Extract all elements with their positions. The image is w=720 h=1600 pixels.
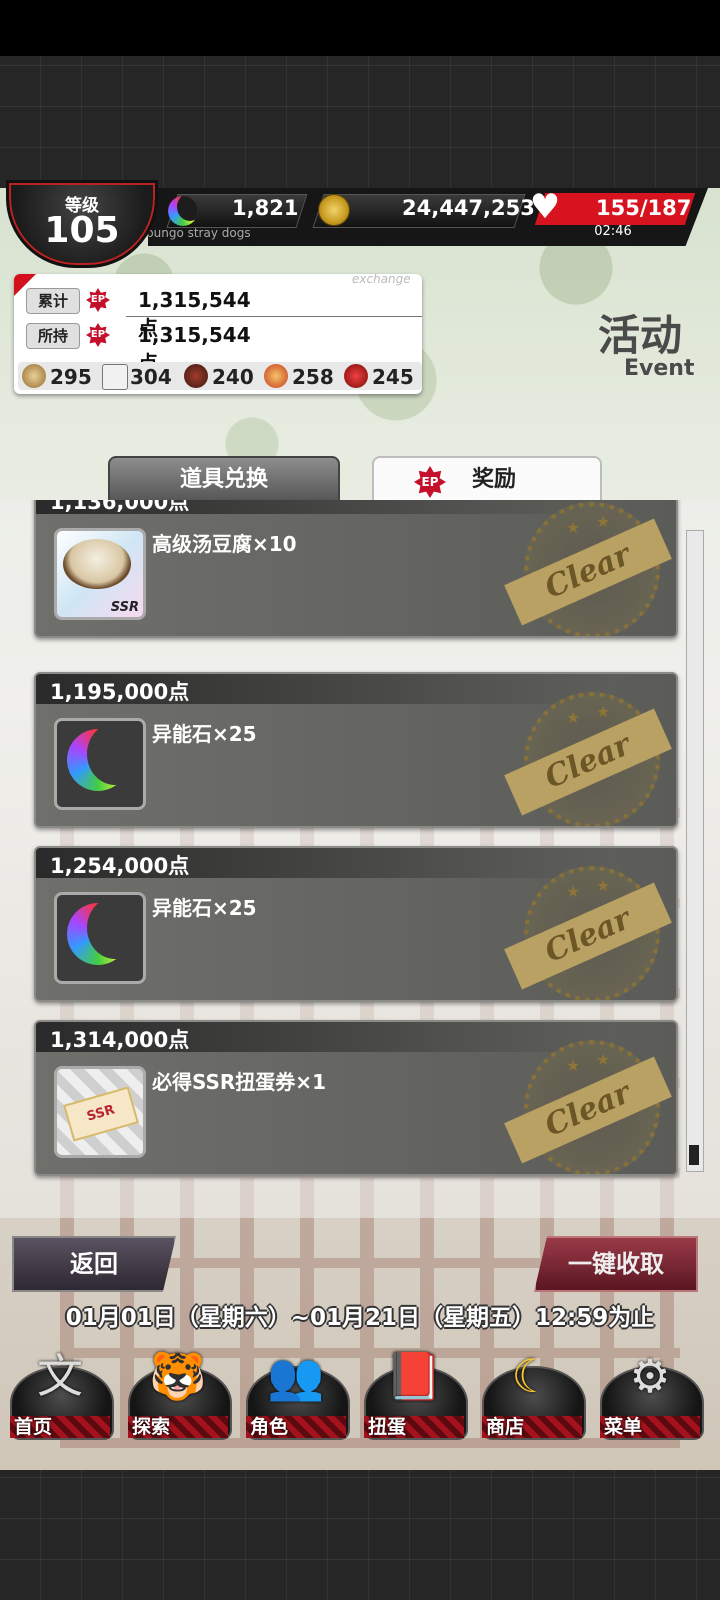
nav-label: 角色 bbox=[250, 1416, 289, 1438]
clear-stamp: ★ ★ Clear bbox=[504, 1030, 672, 1174]
reward-item-name: 高级汤豆腐×10 bbox=[152, 532, 297, 556]
reward-item-frame[interactable]: SSR bbox=[54, 1066, 146, 1158]
event-period: 01月01日（星期六）~01月21日（星期五）12:59为止 bbox=[65, 1305, 655, 1331]
reward-threshold: 1,195,000点 bbox=[50, 680, 190, 704]
gacha-icon: 📕 bbox=[385, 1349, 443, 1403]
tab-item-exchange[interactable]: 道具兑换 bbox=[108, 456, 340, 502]
tofu-icon bbox=[63, 539, 131, 589]
star-icon: ★ bbox=[566, 1056, 581, 1075]
nav-characters[interactable]: 👥 角色 bbox=[244, 1346, 350, 1440]
ability-stone-icon bbox=[168, 196, 198, 226]
clear-stamp: ★ ★ Clear bbox=[504, 500, 672, 636]
reward-item-frame[interactable] bbox=[54, 892, 146, 984]
star-icon: ★ bbox=[596, 1050, 611, 1069]
reward-item-name: 异能石×25 bbox=[152, 896, 257, 920]
game-subtitle: bungo stray dogs bbox=[146, 226, 251, 240]
reward-list[interactable]: 1,136,000点 SSR 高级汤豆腐×10 ★ ★ Clear 1,195,… bbox=[0, 500, 720, 1218]
points-panel: 累计 EP 1,315,544点 所持 EP 1,315,544点 295 30… bbox=[14, 274, 422, 394]
event-subtitle: Event bbox=[624, 356, 695, 381]
stamina-count: 155/187 bbox=[596, 196, 692, 220]
stamina-timer: 02:46 bbox=[594, 224, 632, 239]
home-icon: 文 bbox=[37, 1349, 83, 1403]
claim-all-button[interactable]: 一键收取 bbox=[534, 1236, 698, 1292]
nav-label: 首页 bbox=[14, 1416, 53, 1438]
star-icon: ★ bbox=[596, 876, 611, 895]
event-title: 活动 bbox=[598, 311, 683, 360]
tab-rewards-label: 奖励 bbox=[472, 467, 517, 492]
nav-home[interactable]: 文 首页 bbox=[8, 1346, 114, 1440]
owned-label: 所持 bbox=[26, 323, 80, 349]
scrollbar[interactable] bbox=[686, 530, 704, 1172]
level-value: 105 bbox=[44, 210, 120, 251]
bottom-nav: 文 首页 🐯 探索 👥 角色 📕 扭蛋 ☾ 商店 ⚙ 菜单 bbox=[0, 1338, 720, 1440]
explore-icon: 🐯 bbox=[149, 1349, 207, 1403]
gems-count: 1,821 bbox=[232, 196, 299, 220]
bowl-icon bbox=[184, 364, 208, 388]
reward-card: 1,136,000点 SSR 高级汤豆腐×10 ★ ★ Clear bbox=[34, 500, 678, 638]
star-icon: ★ bbox=[596, 702, 611, 721]
ep-badge-icon: EP bbox=[86, 323, 110, 347]
rarity-badge: SSR bbox=[110, 600, 139, 615]
star-icon: ★ bbox=[566, 882, 581, 901]
reward-card: 1,314,000点 SSR 必得SSR扭蛋券×1 ★ ★ Clear bbox=[34, 1020, 678, 1176]
nav-explore[interactable]: 🐯 探索 bbox=[126, 1346, 232, 1440]
bottom-frame bbox=[0, 1470, 720, 1600]
coins-count: 24,447,253 bbox=[402, 196, 535, 220]
reward-item-name: 必得SSR扭蛋券×1 bbox=[152, 1070, 326, 1094]
reward-item-frame[interactable] bbox=[54, 718, 146, 810]
dish-icon bbox=[22, 364, 46, 388]
nav-shop[interactable]: ☾ 商店 bbox=[480, 1346, 586, 1440]
star-icon: ★ bbox=[566, 708, 581, 727]
ep-badge-icon: EP bbox=[86, 288, 110, 312]
total-label: 累计 bbox=[26, 288, 80, 314]
ability-stone-icon bbox=[67, 897, 143, 965]
status-bar bbox=[0, 0, 720, 56]
reward-item-frame[interactable]: SSR bbox=[54, 528, 146, 620]
reward-item-name: 异能石×25 bbox=[152, 722, 257, 746]
star-icon: ★ bbox=[566, 518, 581, 537]
menu-icon: ⚙ bbox=[629, 1349, 671, 1403]
panel-watermark: exchange bbox=[352, 272, 411, 286]
nav-label: 探索 bbox=[132, 1416, 171, 1438]
heart-icon: ♥ bbox=[529, 187, 561, 227]
characters-icon: 👥 bbox=[267, 1349, 325, 1403]
coin-icon bbox=[318, 194, 350, 226]
reward-threshold: 1,314,000点 bbox=[50, 1028, 190, 1052]
scroll-icon bbox=[102, 364, 128, 390]
rose-icon bbox=[344, 364, 368, 388]
tab-rewards[interactable]: 奖励 bbox=[372, 456, 602, 502]
reward-threshold: 1,254,000点 bbox=[50, 854, 190, 878]
back-button[interactable]: 返回 bbox=[12, 1236, 176, 1292]
ability-stone-icon bbox=[67, 723, 143, 791]
ssr-ticket-icon: SSR bbox=[63, 1086, 139, 1142]
reward-card: 1,195,000点 异能石×25 ★ ★ Clear bbox=[34, 672, 678, 828]
clear-stamp: ★ ★ Clear bbox=[504, 682, 672, 826]
reward-threshold: 1,136,000点 bbox=[50, 500, 190, 514]
nav-menu[interactable]: ⚙ 菜单 bbox=[598, 1346, 704, 1440]
divider bbox=[126, 316, 422, 317]
reward-card: 1,254,000点 异能石×25 ★ ★ Clear bbox=[34, 846, 678, 1002]
nav-label: 菜单 bbox=[604, 1416, 643, 1438]
nav-label: 商店 bbox=[486, 1416, 525, 1438]
shop-icon: ☾ bbox=[511, 1349, 553, 1403]
nav-label: 扭蛋 bbox=[368, 1416, 407, 1438]
clear-stamp: ★ ★ Clear bbox=[504, 856, 672, 1000]
scroll-thumb[interactable] bbox=[689, 1145, 699, 1165]
top-frame bbox=[0, 56, 720, 188]
nav-gacha[interactable]: 📕 扭蛋 bbox=[362, 1346, 468, 1440]
fruit-icon bbox=[264, 364, 288, 388]
item-counts: 295 304 240 258 245 bbox=[18, 362, 422, 390]
star-icon: ★ bbox=[596, 512, 611, 531]
